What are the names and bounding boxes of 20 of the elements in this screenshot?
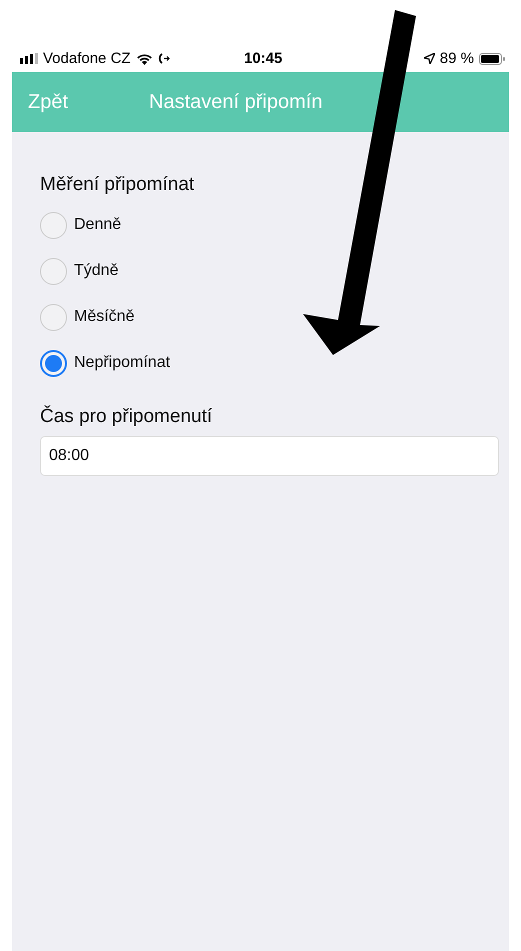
signal-icon — [20, 53, 38, 64]
battery-icon — [479, 52, 505, 64]
option-label: Měsíčně — [74, 308, 134, 326]
option-label: Nepřipomínat — [74, 354, 170, 372]
carrier-name: Vodafone CZ — [43, 50, 131, 67]
radio-button[interactable] — [40, 258, 67, 284]
section-label: Měření připomínat — [40, 174, 196, 196]
location-icon — [424, 53, 435, 64]
radio-button[interactable] — [40, 350, 67, 376]
battery-percent: 89 % — [440, 50, 474, 67]
option-label: Týdně — [74, 262, 118, 280]
clock-time: 10:45 — [244, 50, 282, 67]
screen-title: Nastavení připomín — [149, 90, 322, 114]
wifi-icon — [136, 52, 153, 64]
radio-button[interactable] — [40, 304, 67, 330]
time-field[interactable]: 08:00 — [40, 436, 499, 476]
section-label: Čas pro připomenutí — [40, 406, 214, 428]
call-forward-icon — [158, 53, 170, 64]
option-label: Denně — [74, 216, 122, 234]
radio-button[interactable] — [40, 212, 67, 238]
